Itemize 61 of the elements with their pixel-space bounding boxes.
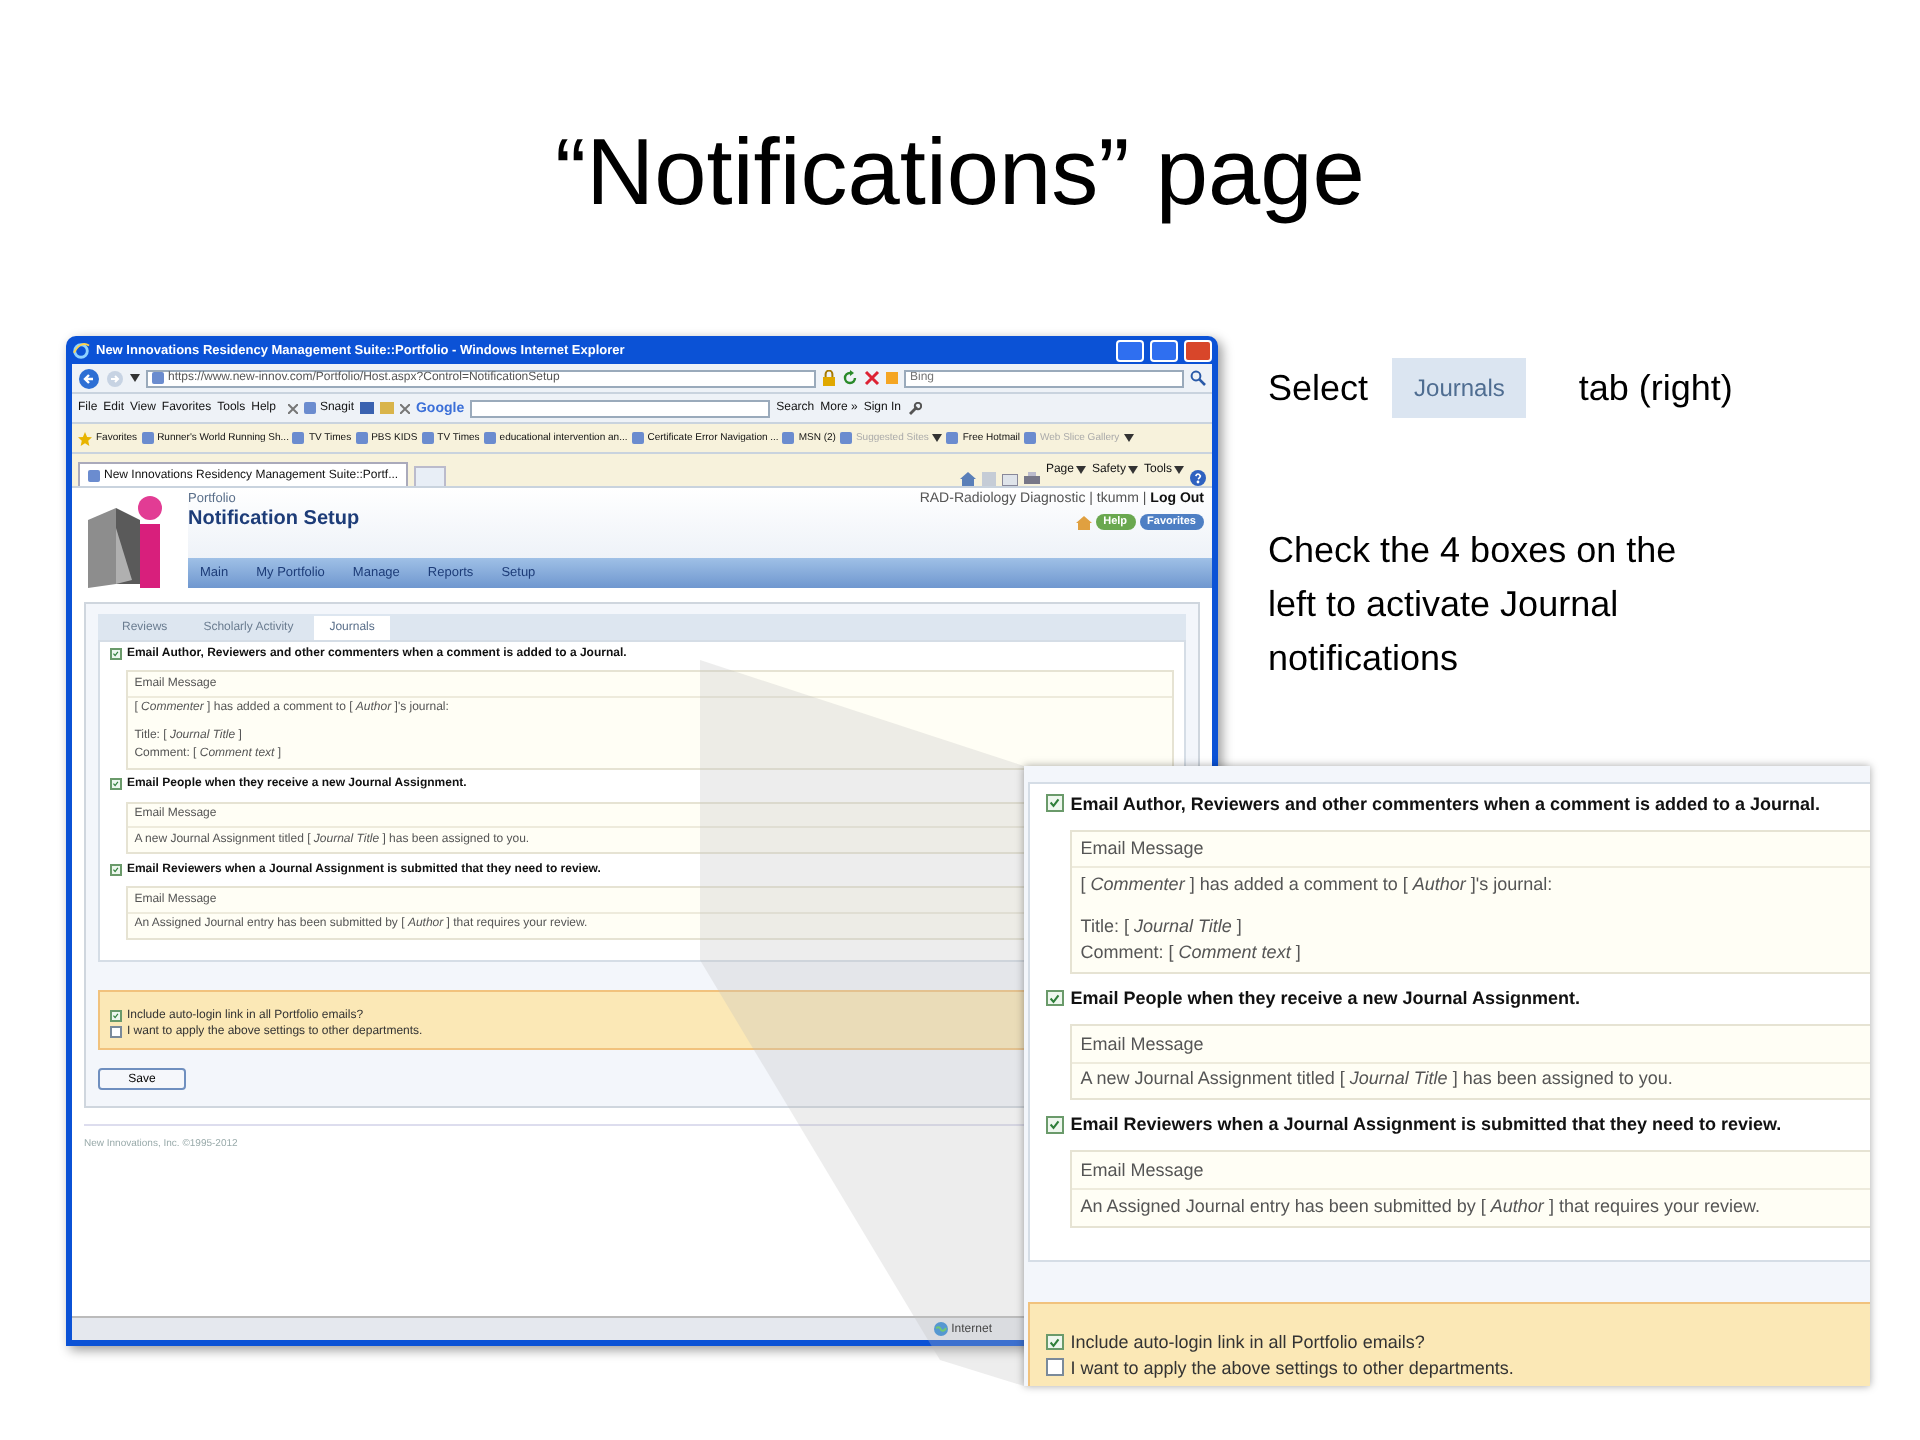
favicon-icon — [1024, 432, 1036, 444]
checkbox[interactable] — [1046, 1333, 1064, 1351]
search-icon[interactable] — [1190, 370, 1206, 386]
checkbox[interactable] — [1046, 1116, 1064, 1134]
checkbox[interactable] — [110, 1026, 123, 1038]
caret-icon[interactable] — [1174, 466, 1184, 474]
home-icon[interactable] — [959, 472, 976, 486]
favicon-icon — [483, 432, 496, 444]
favicon-icon — [141, 432, 154, 444]
favicon-icon — [355, 432, 368, 444]
slide-title: “Notifications” page — [555, 116, 1365, 226]
notification-label: Email People when they receive a new Journal Assignment. — [1070, 988, 1580, 1009]
back-button[interactable] — [78, 367, 100, 389]
checkbox[interactable] — [1046, 989, 1064, 1007]
google-search-field[interactable] — [470, 399, 771, 417]
refresh-icon[interactable] — [842, 370, 858, 386]
caret-icon[interactable] — [1127, 466, 1138, 474]
message-line: Title: [ Journal Title ] — [1080, 914, 1242, 941]
message-line: A new Journal Assignment titled [ Journal Title ] has been assigned to you. — [1080, 1066, 1673, 1093]
star-icon — [78, 431, 92, 445]
caret-icon[interactable] — [1075, 466, 1086, 474]
message-header: Email Message — [1071, 1158, 1870, 1190]
minimize-button[interactable] — [1116, 339, 1144, 361]
checkbox[interactable] — [110, 648, 123, 660]
favicon-icon — [303, 402, 316, 414]
favicon-icon — [152, 372, 164, 384]
close-button[interactable] — [1184, 339, 1212, 361]
favicon-icon — [421, 432, 434, 444]
message-header: Email Message — [1071, 1031, 1870, 1064]
caret-icon[interactable] — [130, 374, 140, 382]
option-label: I want to apply the above settings to other departments. — [1070, 1357, 1514, 1378]
favicon-icon — [839, 432, 852, 444]
page-title: Notification Setup — [188, 508, 360, 530]
close-icon[interactable] — [287, 403, 298, 413]
close-icon[interactable] — [399, 403, 410, 413]
checkbox[interactable] — [110, 1010, 123, 1022]
wrench-icon[interactable] — [907, 401, 921, 415]
message-line: Comment: [ Comment text ] — [1080, 940, 1301, 967]
checkbox[interactable] — [110, 863, 123, 876]
checkbox[interactable] — [1046, 794, 1064, 812]
globe-icon — [933, 1322, 948, 1336]
help-icon[interactable] — [1190, 470, 1206, 486]
message-line: [ Commenter ] has added a comment to [ Author ]'s journal: — [1080, 871, 1553, 898]
favicon-icon — [782, 432, 795, 444]
instruction-text: Select — [1268, 367, 1369, 409]
favicon-icon — [631, 432, 644, 444]
browser-logo-icon — [72, 341, 90, 359]
printer-icon[interactable] — [1023, 472, 1040, 486]
favicon-icon — [292, 432, 305, 444]
maximize-button[interactable] — [1150, 339, 1178, 361]
checkbox[interactable] — [110, 778, 123, 791]
instruction-text: tab (right) — [1578, 367, 1733, 409]
message-header: Email Message — [1071, 836, 1870, 869]
favicon-icon — [946, 432, 959, 444]
message-line: An Assigned Journal entry has been submitted by [ Author ] that requires your review. — [1080, 1193, 1760, 1220]
lock-icon — [822, 370, 836, 386]
stop-icon[interactable] — [864, 370, 880, 386]
favicon-icon — [88, 469, 100, 481]
instruction-text: Check the 4 boxes on the left to activate Journal notifications — [1268, 528, 1679, 682]
checkbox[interactable] — [1046, 1358, 1064, 1376]
option-label: Include auto-login link in all Portfolio emails? — [1070, 1331, 1425, 1352]
